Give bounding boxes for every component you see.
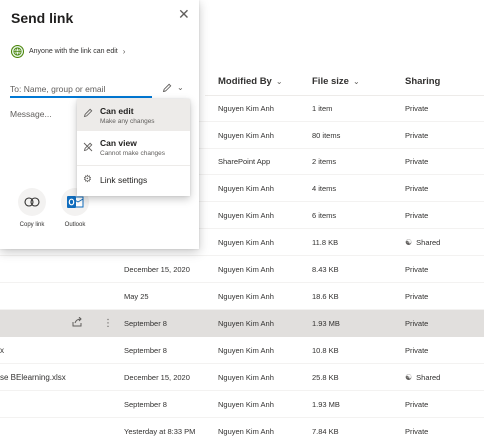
cell-sharing: Private	[405, 104, 429, 113]
can-view-title: Can view	[100, 138, 137, 148]
cell-name[interactable]: x	[0, 337, 4, 364]
table-row[interactable]: x September 8 Nguyen Kim Anh 10.8 KB Pri…	[0, 337, 484, 364]
column-header-label: Modified By	[218, 76, 272, 87]
cell-file-size: 8.43 KB	[312, 265, 339, 274]
link-scope-label: Anyone with the link can edit	[29, 48, 118, 55]
cell-sharing: Private	[405, 131, 429, 140]
cell-modified: December 15, 2020	[124, 265, 190, 274]
can-edit-text: Can edit Make any changes	[100, 106, 155, 125]
cell-sharing: Private	[405, 319, 429, 328]
cell-name[interactable]: se BElearning.xlsx	[0, 364, 66, 391]
link-icon[interactable]	[18, 188, 46, 216]
row-actions: ⋮	[72, 310, 113, 337]
cell-file-size: 80 items	[312, 131, 341, 140]
column-header-modified-by[interactable]: Modified By ⌄	[218, 76, 283, 87]
cell-file-size: 10.8 KB	[312, 346, 339, 355]
cell-sharing: ☯ Shared	[405, 364, 440, 391]
cell-sharing: Private	[405, 427, 429, 436]
gear-icon: ⚙	[83, 174, 92, 185]
cell-modified-by: Nguyen Kim Anh	[218, 265, 274, 274]
cell-sharing: Private	[405, 346, 429, 355]
pencil-icon[interactable]	[162, 83, 172, 96]
table-row[interactable]: May 25 Nguyen Kim Anh 18.6 KB Private	[0, 283, 484, 310]
cell-file-size: 25.8 KB	[312, 373, 339, 382]
table-row[interactable]: se BElearning.xlsx December 15, 2020 Ngu…	[0, 364, 484, 391]
chevron-right-icon: ›	[122, 47, 126, 56]
link-settings-label: Link settings	[100, 175, 148, 185]
cell-sharing: Private	[405, 157, 429, 166]
close-icon[interactable]: ✕	[178, 6, 190, 23]
can-view-text: Can view Cannot make changes	[100, 138, 165, 157]
cell-file-size: 1 item	[312, 104, 333, 113]
cell-modified: Yesterday at 8:33 PM	[124, 427, 196, 436]
column-header-label: Sharing	[405, 76, 441, 87]
cell-modified-by: Nguyen Kim Anh	[218, 104, 274, 113]
column-header-label: File size	[312, 76, 349, 87]
cell-sharing: Private	[405, 292, 429, 301]
cell-modified-by: Nguyen Kim Anh	[218, 292, 274, 301]
cell-modified-by: Nguyen Kim Anh	[218, 400, 274, 409]
chevron-down-icon: ⌄	[352, 77, 360, 86]
cell-modified-by: Nguyen Kim Anh	[218, 184, 274, 193]
menu-divider	[77, 165, 190, 166]
cell-sharing: Private	[405, 184, 429, 193]
chevron-down-icon: ⌄	[275, 77, 283, 86]
cell-modified: May 25	[124, 292, 149, 301]
can-view-subtitle: Cannot make changes	[100, 150, 166, 157]
share-icon[interactable]	[72, 316, 83, 330]
cell-modified-by: Nguyen Kim Anh	[218, 211, 274, 220]
shared-people-icon: ☯	[405, 238, 413, 247]
cell-modified-by: Nguyen Kim Anh	[218, 427, 274, 436]
cell-sharing: Private	[405, 400, 429, 409]
sharing-label: Shared	[416, 238, 441, 247]
cell-sharing: Private	[405, 211, 429, 220]
shared-people-icon: ☯	[405, 373, 413, 382]
cell-modified-by: Nguyen Kim Anh	[218, 319, 274, 328]
sharing-label: Shared	[416, 373, 441, 382]
outlook-label: Outlook	[64, 222, 86, 228]
cell-file-size: 4 items	[312, 184, 337, 193]
menu-item-link-settings[interactable]: ⚙ Link settings	[77, 169, 190, 191]
cell-file-size: 7.84 KB	[312, 427, 339, 436]
cell-modified-by: SharePoint App	[218, 157, 271, 166]
link-scope-button[interactable]: Anyone with the link can edit ›	[11, 45, 125, 58]
permission-menu: Can edit Make any changes Can view Canno…	[77, 99, 190, 196]
cell-file-size: 18.6 KB	[312, 292, 339, 301]
cell-modified-by: Nguyen Kim Anh	[218, 131, 274, 140]
recipients-input[interactable]	[10, 82, 152, 98]
cell-modified-by: Nguyen Kim Anh	[218, 373, 274, 382]
table-row-selected[interactable]: ⋮ September 8 Nguyen Kim Anh 1.93 MB Pri…	[0, 310, 484, 337]
cell-sharing: ☯ Shared	[405, 229, 440, 256]
can-edit-title: Can edit	[100, 106, 134, 116]
table-row[interactable]: December 15, 2020 Nguyen Kim Anh 8.43 KB…	[0, 256, 484, 283]
copy-link-label: Copy link	[19, 222, 45, 228]
cell-modified: September 8	[124, 319, 167, 328]
pencil-icon	[83, 108, 93, 121]
cell-file-size: 1.93 MB	[312, 400, 340, 409]
panel-title: Send link	[11, 10, 74, 26]
cell-modified: September 8	[124, 400, 167, 409]
cell-file-size: 1.93 MB	[312, 319, 340, 328]
cell-modified-by: Nguyen Kim Anh	[218, 238, 274, 247]
table-row[interactable]: Yesterday at 8:33 PM Nguyen Kim Anh 7.84…	[0, 418, 484, 445]
cell-file-size: 11.8 KB	[312, 238, 339, 247]
globe-icon	[11, 45, 24, 58]
cell-modified-by: Nguyen Kim Anh	[218, 346, 274, 355]
no-edit-icon	[83, 142, 93, 155]
column-header-file-size[interactable]: File size ⌄	[312, 76, 360, 87]
cell-file-size: 2 items	[312, 157, 337, 166]
column-header-sharing[interactable]: Sharing	[405, 76, 440, 87]
cell-modified: September 8	[124, 346, 167, 355]
chevron-down-icon[interactable]: ⌄	[177, 83, 184, 92]
menu-item-can-edit[interactable]: Can edit Make any changes	[77, 99, 190, 131]
table-row[interactable]: September 8 Nguyen Kim Anh 1.93 MB Priva…	[0, 391, 484, 418]
more-icon[interactable]: ⋮	[103, 318, 113, 329]
cell-sharing: Private	[405, 265, 429, 274]
cell-file-size: 6 items	[312, 211, 337, 220]
copy-link-option[interactable]: Copy link	[12, 188, 52, 228]
cell-modified: December 15, 2020	[124, 373, 190, 382]
message-input[interactable]	[10, 109, 70, 123]
menu-item-can-view[interactable]: Can view Cannot make changes	[77, 133, 190, 165]
can-edit-subtitle: Make any changes	[100, 118, 155, 125]
